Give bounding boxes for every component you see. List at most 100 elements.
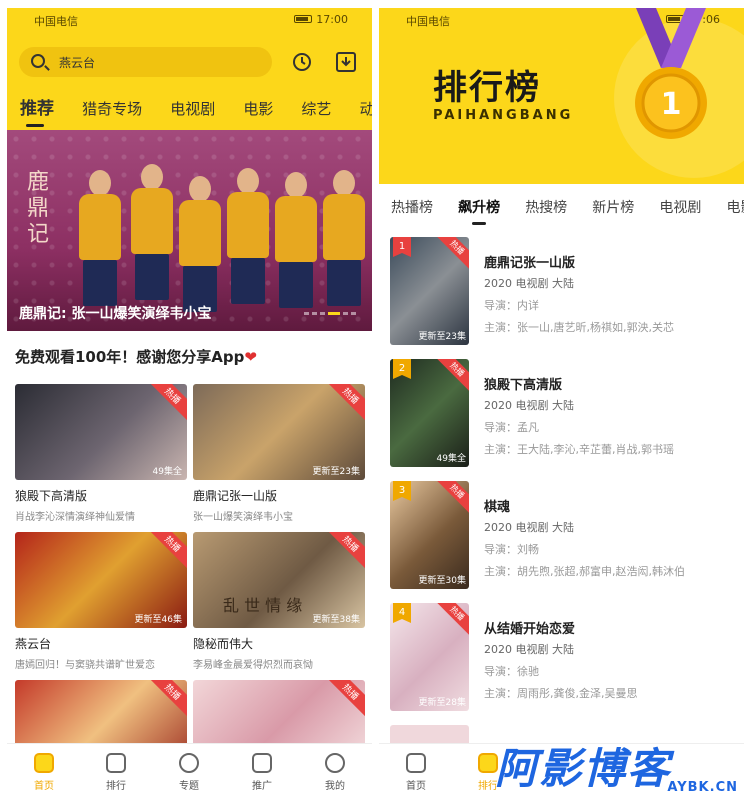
card-thumbnail: 乱 世 情 缘 热播 更新至38集 [193,532,365,628]
episode-label: 更新至23集 [418,332,466,342]
nav-home[interactable]: 首页 [391,753,441,792]
home-header: 中国电信 17:00 推荐 猎奇专场 电视剧 电影 综艺 动 [7,8,372,130]
nav-home[interactable]: 首页 [19,753,69,792]
carrier-label: 中国电信 [34,15,78,28]
rank-poster: 1 热播 更新至23集 [390,237,469,345]
rank-number: 2 [393,359,411,379]
card-title: 鹿鼎记张一山版 [193,489,278,503]
tab-new[interactable]: 新片榜 [592,197,634,217]
nav-promote[interactable]: 推广 [237,753,287,792]
history-icon[interactable] [290,50,314,74]
home-icon [34,753,54,773]
hero-banner[interactable]: 鹿鼎记 鹿鼎记: 张一山爆笑演绎韦小宝 [7,130,372,331]
rank-director: 导演：徐驰 [484,665,539,678]
nav-profile[interactable]: 我的 [310,753,360,792]
hot-badge: 热播 [325,532,365,569]
tab-anime[interactable]: 动 [360,98,372,119]
tab-movie[interactable]: 电影 [243,98,273,119]
card-title: 燕云台 [15,637,52,651]
download-icon[interactable] [334,50,358,74]
rank-cast: 主演：周雨彤,龚俊,金泽,吴曼思 [484,687,638,700]
tab-trending[interactable]: 热搜榜 [525,197,567,217]
episode-label: 更新至46集 [134,615,182,625]
carrier-label: 中国电信 [406,15,450,28]
hot-badge: 热播 [434,603,469,637]
banner-figure [175,176,223,316]
card-thumbnail: 热播 更新至23集 [193,384,365,480]
video-card[interactable]: 热播 更新至23集 鹿鼎记张一山版 张一山爆笑演绎韦小宝 [193,384,365,523]
tab-hot[interactable]: 热播榜 [391,197,433,217]
banner-figure [127,164,175,304]
status-time: 17:00 [316,13,348,26]
card-title: 隐秘而伟大 [193,637,254,651]
search-input[interactable] [59,53,259,71]
video-card[interactable]: 热播 更新至46集 燕云台 唐嫣回归！与窦骁共谱旷世爱恋 [15,532,187,671]
search-icon [31,54,45,68]
ranking-tabs: 热播榜 飙升榜 热搜榜 新片榜 电视剧 电影 [391,197,744,225]
rank-title: 棋魂 [484,500,511,515]
heart-icon: ❤ [244,348,257,366]
nav-topics[interactable]: 专题 [164,753,214,792]
crown-icon [106,753,126,773]
episode-label: 更新至23集 [312,467,360,477]
rank-cast: 主演：胡先煦,张超,郝富申,赵浩闳,韩沐伯 [484,565,685,578]
nav-ranking[interactable]: 排行 [91,753,141,792]
video-card[interactable]: 乱 世 情 缘 热播 更新至38集 隐秘而伟大 李易峰金晨爱得炽烈而哀恸 [193,532,365,671]
card-thumbnail: 热播 49集全 [15,384,187,480]
rank-director: 导演：孟凡 [484,421,539,434]
carousel-dots [301,300,356,319]
home-screen: 中国电信 17:00 推荐 猎奇专场 电视剧 电影 综艺 动 鹿鼎记 [7,8,372,803]
episode-label: 49集全 [152,467,182,477]
card-art-text: 乱 世 情 缘 [223,596,303,615]
rank-item[interactable]: 1 热播 更新至23集 鹿鼎记张一山版 2020 电视剧 大陆 导演：内详 主演… [390,237,735,345]
hot-badge: 热播 [147,680,187,717]
rank-meta: 2020 电视剧 大陆 [484,399,574,412]
share-icon [252,753,272,773]
rank-cast: 主演：张一山,唐艺昕,杨祺如,郭泱,关芯 [484,321,674,334]
ranking-header: 中国电信 17:06 排行榜 PAIHANGBANG 1 [379,8,744,184]
banner-caption: 鹿鼎记: 张一山爆笑演绎韦小宝 [19,306,212,322]
rank-item[interactable]: 4 热播 更新至28集 从结婚开始恋爱 2020 电视剧 大陆 导演：徐驰 主演… [390,603,735,711]
promo-text: 免费观看100年！感谢您分享App❤ [15,348,257,366]
search-bar[interactable] [19,47,272,77]
rank-meta: 2020 电视剧 大陆 [484,277,574,290]
banner-figure [75,170,123,310]
hot-badge: 热播 [147,532,187,569]
card-title: 狼殿下高清版 [15,489,88,503]
episode-label: 更新至38集 [312,615,360,625]
rank-title: 鹿鼎记张一山版 [484,256,576,271]
hot-badge: 热播 [325,680,365,717]
banner-figure [271,172,319,312]
banner-calligraphy: 鹿鼎记 [27,170,50,247]
medal-icon: 1 [635,8,707,139]
hot-badge: 热播 [147,384,187,421]
episode-label: 更新至28集 [418,698,466,708]
status-bar: 中国电信 17:00 [7,8,372,30]
tab-tv[interactable]: 电视剧 [170,98,215,119]
rank-poster-partial [390,725,469,745]
profile-icon [325,753,345,773]
page-subtitle: PAIHANGBANG [433,108,574,123]
tab-movie[interactable]: 电影 [726,197,744,217]
rank-director: 导演：内详 [484,299,539,312]
hot-badge: 热播 [325,384,365,421]
banner-figure [319,170,367,310]
banner-figure [223,168,271,308]
rank-director: 导演：刘畅 [484,543,539,556]
video-card[interactable]: 热播 49集全 狼殿下高清版 肖战李沁深情演绎神仙爱情 [15,384,187,523]
rank-item[interactable]: 3 热播 更新至30集 棋魂 2020 电视剧 大陆 导演：刘畅 主演：胡先煦,… [390,481,735,589]
tab-tv[interactable]: 电视剧 [659,197,701,217]
tab-recommend[interactable]: 推荐 [20,94,54,127]
rank-item[interactable]: 2 热播 49集全 狼殿下高清版 2020 电视剧 大陆 导演：孟凡 主演：王大… [390,359,735,467]
rank-meta: 2020 电视剧 大陆 [484,643,574,656]
card-desc: 肖战李沁深情演绎神仙爱情 [15,512,135,523]
medal-number: 1 [661,87,682,122]
tab-special[interactable]: 猎奇专场 [82,98,142,119]
rank-poster: 4 热播 更新至28集 [390,603,469,711]
card-thumbnail: 热播 更新至46集 [15,532,187,628]
tab-variety[interactable]: 综艺 [301,98,331,119]
rank-number: 3 [393,481,411,501]
page-title: 排行榜 [433,68,541,108]
tab-rising[interactable]: 飙升榜 [458,197,500,225]
rank-meta: 2020 电视剧 大陆 [484,521,574,534]
